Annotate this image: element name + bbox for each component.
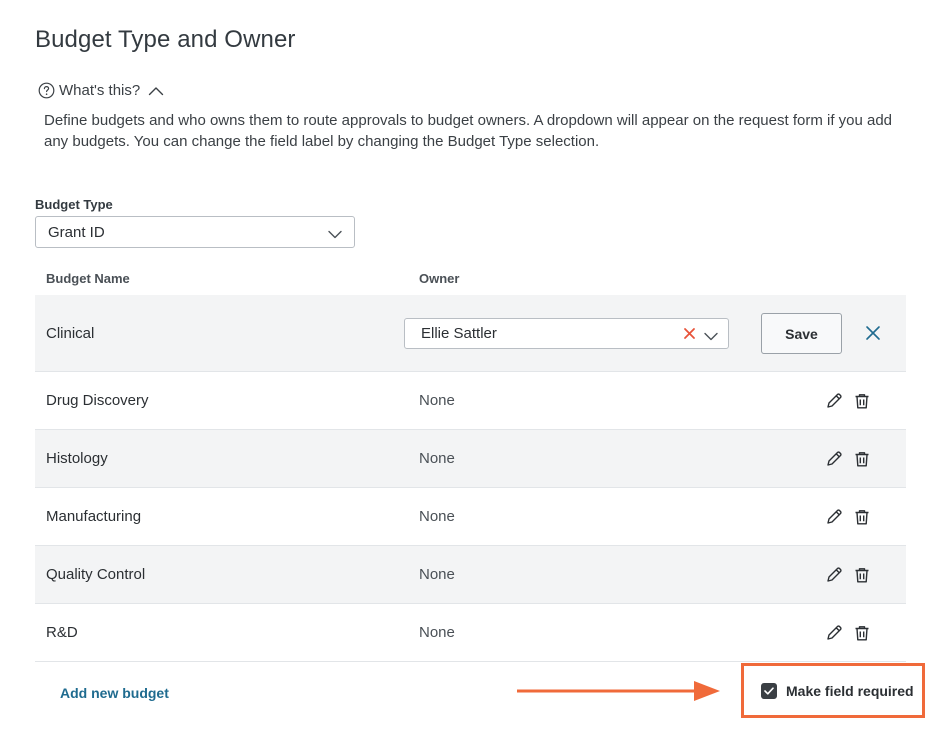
table-row: Drug Discovery None — [35, 372, 906, 430]
table-row: Histology None — [35, 430, 906, 488]
table-row: R&D None — [35, 604, 906, 662]
owner-value: Ellie Sattler — [421, 325, 497, 342]
trash-icon[interactable] — [853, 566, 871, 584]
clear-x-icon[interactable] — [683, 327, 696, 344]
budget-name: R&D — [46, 624, 78, 641]
budget-name: Drug Discovery — [46, 392, 149, 409]
page-title: Budget Type and Owner — [35, 26, 296, 53]
pencil-icon[interactable] — [825, 566, 843, 584]
column-header-owner: Owner — [419, 271, 460, 286]
budget-name: Clinical — [46, 324, 95, 342]
table-row: Manufacturing None — [35, 488, 906, 546]
make-field-required-checkbox[interactable]: Make field required — [761, 683, 914, 699]
budget-name: Histology — [46, 450, 108, 467]
budget-owner: None — [419, 566, 455, 583]
whats-this-toggle[interactable]: What's this? — [38, 82, 164, 99]
chevron-down-icon — [328, 226, 342, 243]
add-new-budget-link[interactable]: Add new budget — [60, 685, 169, 701]
trash-icon[interactable] — [853, 392, 871, 410]
check-icon[interactable] — [761, 683, 777, 699]
pencil-icon[interactable] — [825, 624, 843, 642]
help-description: Define budgets and who owns them to rout… — [44, 112, 893, 150]
budget-name: Quality Control — [46, 566, 146, 583]
close-icon[interactable] — [865, 325, 881, 346]
save-button[interactable]: Save — [761, 313, 842, 354]
budget-type-select[interactable]: Grant ID — [35, 216, 355, 248]
pencil-icon[interactable] — [825, 508, 843, 526]
budget-table: Clinical Ellie Sattler Save Drug Discove… — [35, 295, 906, 662]
trash-icon[interactable] — [853, 450, 871, 468]
whats-this-label: What's this? — [59, 82, 141, 99]
table-row: Quality Control None — [35, 546, 906, 604]
budget-owner: None — [419, 508, 455, 525]
chevron-down-icon[interactable] — [704, 328, 718, 345]
budget-type-value: Grant ID — [48, 223, 105, 241]
pencil-icon[interactable] — [825, 450, 843, 468]
arrow-right-icon — [516, 678, 722, 709]
chevron-up-icon — [148, 86, 164, 96]
table-row-editing: Clinical Ellie Sattler Save — [35, 295, 906, 372]
budget-owner: None — [419, 450, 455, 467]
budget-name: Manufacturing — [46, 508, 142, 525]
budget-owner: None — [419, 624, 455, 641]
owner-select[interactable]: Ellie Sattler — [404, 318, 729, 349]
budget-owner: None — [419, 392, 455, 409]
make-field-required-label: Make field required — [786, 683, 914, 699]
question-circle-icon — [38, 82, 55, 99]
column-header-budget-name: Budget Name — [46, 271, 130, 286]
budget-type-label: Budget Type — [35, 197, 113, 212]
trash-icon[interactable] — [853, 624, 871, 642]
pencil-icon[interactable] — [825, 392, 843, 410]
trash-icon[interactable] — [853, 508, 871, 526]
